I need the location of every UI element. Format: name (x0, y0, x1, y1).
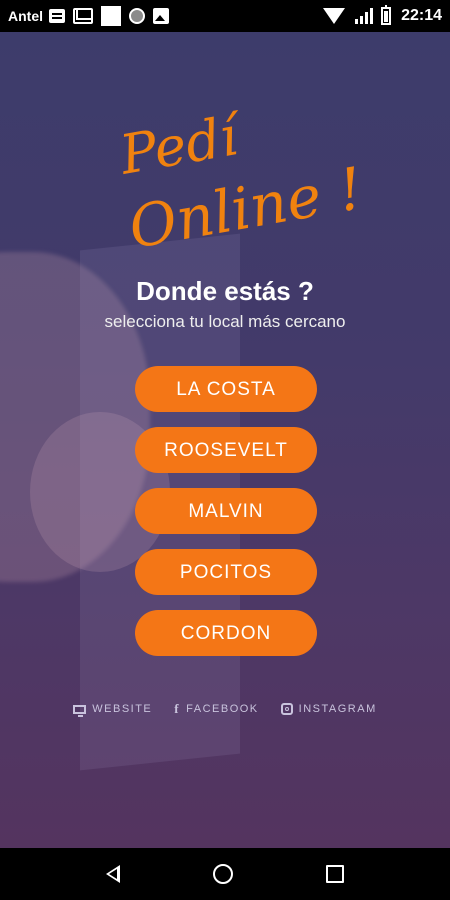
home-icon[interactable] (212, 864, 233, 884)
carrier-name: Antel (8, 8, 43, 24)
back-icon[interactable] (106, 865, 121, 883)
recents-icon[interactable] (325, 865, 344, 883)
page-title: Donde estás ? (136, 276, 314, 306)
website-label: WEBSITE (92, 703, 153, 715)
battery-icon (381, 5, 392, 25)
location-pocitos-button[interactable]: POCITOS (135, 549, 317, 595)
navigation-bar (0, 848, 450, 900)
clock: 22:14 (401, 7, 442, 24)
main-screen: Pedí Online ! Donde estás ? selecciona t… (0, 32, 450, 848)
location-cordon-button[interactable]: CORDON (135, 610, 317, 656)
facebook-label: FACEBOOK (186, 703, 259, 715)
location-roosevelt-button[interactable]: ROOSEVELT (135, 427, 317, 473)
image-icon (153, 8, 169, 24)
website-link[interactable]: WEBSITE (73, 701, 152, 717)
page-subtitle: selecciona tu local más cercano (104, 312, 346, 331)
location-list: LA COSTA ROOSEVELT MALVIN POCITOS CORDON (135, 366, 317, 671)
facebook-icon: f (174, 701, 181, 716)
signal-icon (355, 8, 374, 24)
gmail-icon (73, 8, 93, 24)
app-logo: Pedí Online ! (0, 104, 450, 264)
square-icon (101, 6, 121, 26)
logo-line1: Pedí (115, 104, 243, 187)
location-la-costa-button[interactable]: LA COSTA (135, 366, 317, 412)
system-status: 22:14 (323, 5, 442, 25)
monitor-icon (73, 704, 87, 717)
social-links: WEBSITE f FACEBOOK INSTAGRAM (0, 701, 450, 717)
instagram-label: INSTAGRAM (298, 703, 377, 715)
location-malvin-button[interactable]: MALVIN (135, 488, 317, 534)
instagram-icon (280, 703, 293, 715)
wifi-icon (323, 8, 346, 24)
circle-icon (129, 8, 145, 24)
facebook-link[interactable]: f FACEBOOK (174, 701, 258, 717)
instagram-link[interactable]: INSTAGRAM (280, 701, 377, 717)
message-icon (49, 9, 65, 23)
status-bar: Antel 22:14 (0, 0, 450, 32)
